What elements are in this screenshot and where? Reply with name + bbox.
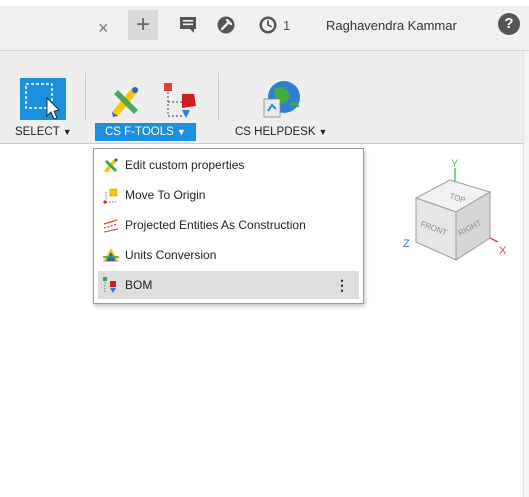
cs-helpdesk-caret-icon: ▼ <box>318 127 328 137</box>
menu-item-label: Move To Origin <box>125 188 206 202</box>
bom-tool-icon[interactable] <box>160 80 202 120</box>
menu-item-label: Edit custom properties <box>125 158 245 172</box>
job-status-icon[interactable] <box>258 15 278 35</box>
menu-item-label: Projected Entities As Construction <box>125 218 306 232</box>
tab-close-button[interactable]: × <box>98 18 109 39</box>
job-count: 1 <box>283 18 291 33</box>
helpdesk-globe-icon[interactable] <box>260 77 304 121</box>
x-axis-label: X <box>499 245 507 257</box>
cs-ftools-menu-button[interactable]: CS F-TOOLS ▼ <box>95 123 196 141</box>
user-name[interactable]: Raghavendra Kammar <box>326 18 457 33</box>
menu-item-projected-entities[interactable]: Projected Entities As Construction <box>98 211 359 239</box>
menu-item-bom[interactable]: BOM ⋮ <box>98 271 359 299</box>
menu-item-edit-custom-properties[interactable]: Edit custom properties <box>98 151 359 179</box>
group-divider <box>85 73 86 121</box>
units-conversion-icon <box>103 248 119 262</box>
menu-item-label: BOM <box>125 278 153 292</box>
cs-ftools-dropdown-menu: Edit custom properties Move To Origin Pr… <box>93 148 364 304</box>
bom-icon <box>103 277 116 293</box>
select-label: SELECT <box>15 126 60 138</box>
custom-properties-icon <box>104 158 118 173</box>
cs-helpdesk-label: CS HELPDESK <box>235 126 316 138</box>
z-axis-label: Z <box>403 238 410 250</box>
viewcube[interactable]: TOP FRONT RIGHT Y Z X <box>398 150 518 270</box>
cs-helpdesk-menu-button[interactable]: CS HELPDESK ▼ <box>235 126 327 138</box>
custom-properties-tool-icon[interactable] <box>108 82 144 118</box>
move-origin-icon <box>103 188 118 204</box>
canvas-right-edge <box>523 51 529 497</box>
top-bar: × + 1 Raghavendra Kammar ? <box>0 0 529 51</box>
select-icon[interactable] <box>20 78 66 120</box>
menu-item-move-to-origin[interactable]: Move To Origin <box>98 181 359 209</box>
group-divider <box>218 73 219 121</box>
top-strip <box>0 0 529 6</box>
cs-ftools-caret-icon: ▼ <box>176 127 186 137</box>
more-options-icon[interactable]: ⋮ <box>335 277 349 294</box>
menu-item-label: Units Conversion <box>125 248 217 262</box>
select-menu-button[interactable]: SELECT ▼ <box>15 126 72 138</box>
select-caret-icon: ▼ <box>62 127 72 137</box>
extensions-icon[interactable] <box>216 15 236 35</box>
projected-entities-icon <box>103 219 119 233</box>
menu-item-units-conversion[interactable]: Units Conversion <box>98 241 359 269</box>
y-axis-label: Y <box>451 158 459 170</box>
comments-icon[interactable] <box>178 15 198 35</box>
help-icon[interactable]: ? <box>498 13 520 35</box>
new-tab-button[interactable]: + <box>128 10 158 40</box>
cs-ftools-label: CS F-TOOLS <box>105 126 174 138</box>
